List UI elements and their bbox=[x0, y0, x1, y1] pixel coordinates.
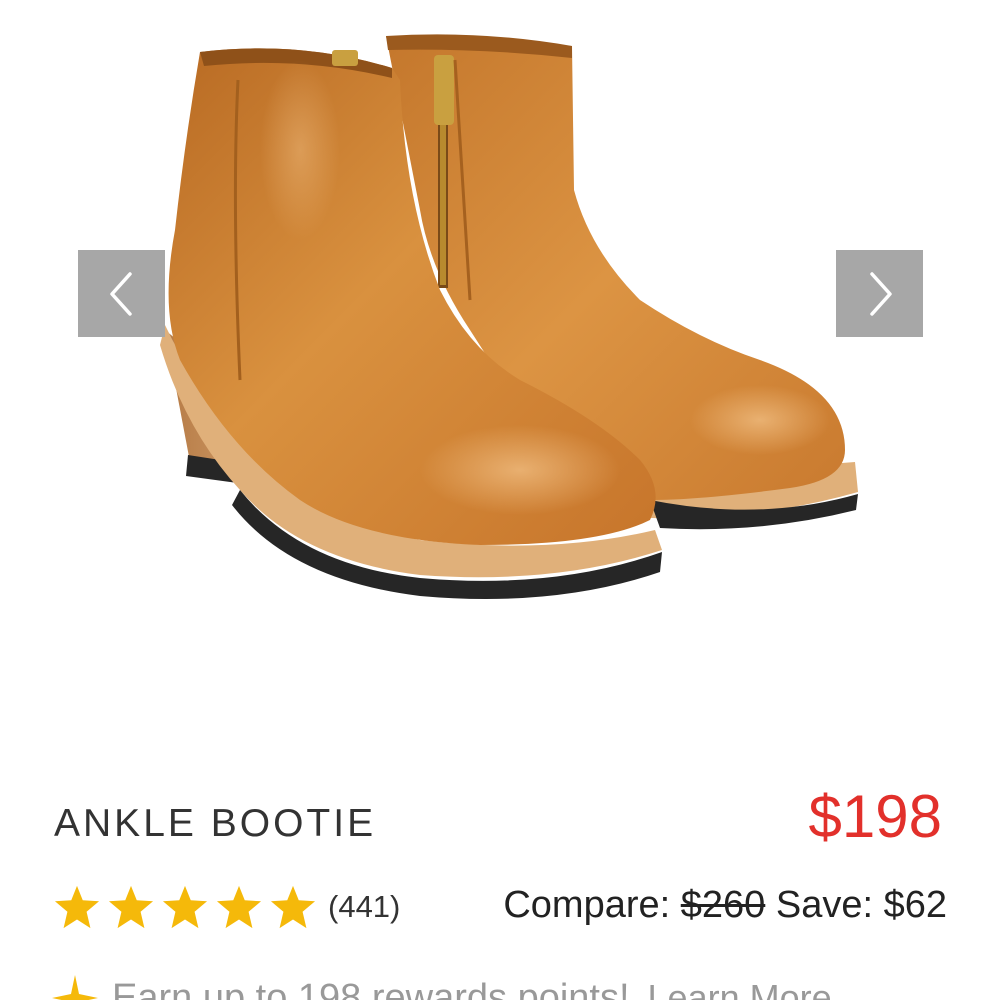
product-image-gallery bbox=[0, 0, 1000, 740]
product-price: $198 bbox=[808, 783, 942, 850]
compare-label: Compare: bbox=[503, 884, 671, 926]
product-rating[interactable]: (441) bbox=[52, 882, 400, 932]
rewards-row: Earn up to 198 rewards points! Learn Mor… bbox=[52, 968, 832, 1000]
review-count[interactable]: (441) bbox=[328, 889, 400, 925]
sparkle-icon bbox=[52, 975, 98, 1000]
star-icon bbox=[54, 885, 100, 929]
save-amount: Save: $62 bbox=[775, 884, 947, 926]
product-title: ANKLE BOOTIE bbox=[54, 802, 377, 845]
original-price: $260 bbox=[680, 884, 766, 926]
star-icon bbox=[108, 885, 154, 929]
product-photo bbox=[160, 34, 858, 599]
compare-price-row: Compare: $260 Save: $62 bbox=[503, 884, 947, 927]
star-icon bbox=[270, 885, 316, 929]
learn-more-link[interactable]: Learn More bbox=[648, 977, 832, 1000]
chevron-right-icon bbox=[869, 271, 892, 316]
product-page: ANKLE BOOTIE $198 (441) Compare: $260 Sa… bbox=[0, 0, 1000, 1000]
gallery-prev-button[interactable] bbox=[78, 250, 165, 337]
star-icon bbox=[216, 885, 262, 929]
gallery-next-button[interactable] bbox=[836, 250, 923, 337]
star-icon bbox=[162, 885, 208, 929]
rewards-text: Earn up to 198 rewards points! bbox=[112, 976, 630, 1000]
chevron-left-icon bbox=[109, 271, 132, 316]
